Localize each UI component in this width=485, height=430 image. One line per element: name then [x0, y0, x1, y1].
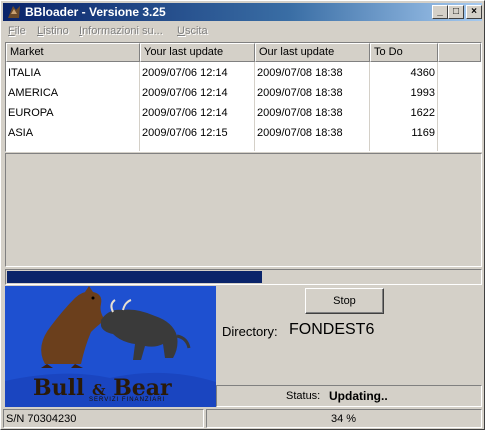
maximize-button[interactable]: □ — [448, 5, 464, 19]
app-icon — [8, 6, 20, 18]
window-title: BBloader - Versione 3.25 — [25, 5, 166, 19]
menu-uscita[interactable]: Uscita — [177, 25, 208, 37]
status-bar: S/N 70304230 34 % — [3, 409, 482, 428]
directory-label: Directory: — [222, 324, 278, 339]
table-row[interactable]: AMERICA 2009/07/06 12:14 2009/07/08 18:3… — [6, 83, 481, 103]
cell-to-do: 1169 — [411, 127, 435, 139]
progress-bar — [5, 269, 482, 285]
menu-file[interactable]: File — [8, 25, 26, 37]
markets-table[interactable]: Market Your last update Our last update … — [5, 42, 482, 152]
cell-our-last-update: 2009/07/08 18:38 — [257, 107, 343, 119]
cell-our-last-update: 2009/07/08 18:38 — [257, 127, 343, 139]
column-your-last-update[interactable]: Your last update — [140, 43, 255, 62]
logo-subtitle: SERVIZI FINANZIARI — [89, 397, 166, 403]
title-bar[interactable]: BBloader - Versione 3.25 _ □ × — [3, 3, 482, 21]
percent-pane: 34 % — [206, 409, 482, 428]
table-header: Market Your last update Our last update … — [6, 43, 481, 62]
stop-button[interactable]: Stop — [305, 288, 384, 314]
column-to-do[interactable]: To Do — [370, 43, 438, 62]
cell-to-do: 1993 — [410, 87, 435, 99]
table-row[interactable]: ASIA 2009/07/06 12:15 2009/07/08 18:38 1… — [6, 123, 481, 143]
serial-pane: S/N 70304230 — [3, 409, 204, 428]
cell-to-do: 1622 — [410, 107, 435, 119]
column-our-last-update[interactable]: Our last update — [255, 43, 370, 62]
cell-our-last-update: 2009/07/08 18:38 — [257, 87, 343, 99]
cell-market: EUROPA — [8, 107, 54, 119]
app-window: BBloader - Versione 3.25 _ □ × File List… — [0, 0, 485, 430]
cell-market: ITALIA — [8, 67, 41, 79]
menu-listino[interactable]: Listino — [37, 25, 69, 37]
status-label: Status: — [286, 390, 321, 402]
cell-our-last-update: 2009/07/08 18:38 — [257, 67, 343, 79]
minimize-button[interactable]: _ — [432, 5, 448, 19]
column-market[interactable]: Market — [6, 43, 140, 62]
status-value: Updating.. — [329, 389, 388, 403]
close-button[interactable]: × — [466, 5, 482, 19]
table-row[interactable]: EUROPA 2009/07/06 12:14 2009/07/08 18:38… — [6, 103, 481, 123]
cell-your-last-update: 2009/07/06 12:14 — [142, 87, 228, 99]
column-filler — [438, 43, 481, 62]
cell-your-last-update: 2009/07/06 12:14 — [142, 107, 228, 119]
progress-fill — [7, 271, 262, 283]
menu-bar: File Listino Informazioni su... Uscita — [3, 23, 482, 41]
menu-informazioni[interactable]: Informazioni su... — [79, 25, 163, 37]
serial-number: S/N 70304230 — [6, 413, 77, 425]
cell-to-do: 4360 — [410, 67, 435, 79]
bull-and-bear-logo: Bull & Bear SERVIZI FINANZIARI — [5, 286, 216, 407]
cell-market: AMERICA — [8, 87, 59, 99]
table-row[interactable]: ITALIA 2009/07/06 12:14 2009/07/08 18:38… — [6, 63, 481, 83]
cell-your-last-update: 2009/07/06 12:14 — [142, 67, 228, 79]
log-panel — [5, 153, 482, 267]
cell-your-last-update: 2009/07/06 12:15 — [142, 127, 228, 139]
directory-value: FONDEST6 — [289, 321, 375, 338]
cell-market: ASIA — [8, 127, 34, 139]
percent-complete: 34 % — [331, 413, 357, 425]
